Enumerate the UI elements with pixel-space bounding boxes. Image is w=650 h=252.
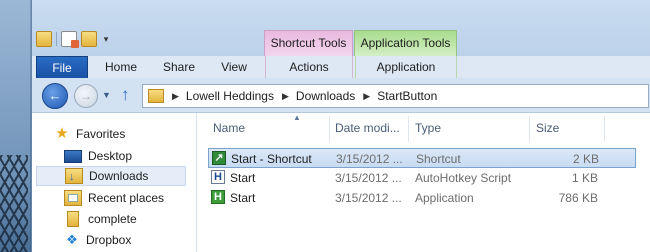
tab-actions[interactable]: Actions <box>265 56 353 78</box>
file-list: ▲ Name Date modi... Type Size ↗ Start - … <box>197 113 650 252</box>
column-divider[interactable] <box>604 116 605 142</box>
file-name: Start - Shortcut <box>231 152 312 166</box>
nav-item-complete[interactable]: complete <box>64 209 137 229</box>
nav-item-desktop[interactable]: Desktop <box>64 146 132 166</box>
nav-item-label: Desktop <box>88 149 133 163</box>
contextual-group-application-tools: Application Tools <box>354 30 457 57</box>
folder-icon[interactable] <box>36 31 52 47</box>
nav-item-label: Recent places <box>88 191 165 205</box>
nav-item-dropbox[interactable]: ❖ Dropbox <box>64 230 131 250</box>
ribbon-tabs: File Home Share View Actions Application <box>32 56 650 79</box>
file-size: 2 KB <box>572 152 599 166</box>
file-type: Application <box>415 191 474 205</box>
column-header-type[interactable]: Type <box>415 113 441 143</box>
nav-favorites[interactable]: ★ Favorites <box>54 124 125 144</box>
breadcrumb-lowell-heddings[interactable]: Lowell Heddings <box>186 89 274 103</box>
title-bar: ▾ Shortcut Tools Application Tools <box>32 0 650 57</box>
tab-file[interactable]: File <box>36 56 88 79</box>
file-date: 3/15/2012 ... <box>335 171 402 185</box>
folder-icon <box>148 89 164 103</box>
tab-share[interactable]: Share <box>149 56 209 78</box>
explorer-window: ▾ Shortcut Tools Application Tools File … <box>31 0 650 252</box>
wallpaper-tower-graphic <box>0 155 28 252</box>
table-row[interactable]: H Start 3/15/2012 ... AutoHotkey Script … <box>208 168 636 188</box>
new-folder-icon[interactable] <box>81 31 97 47</box>
sort-ascending-icon: ▲ <box>293 113 301 122</box>
file-size: 1 KB <box>571 171 598 185</box>
nav-item-downloads[interactable]: Downloads <box>36 166 186 187</box>
downloads-folder-icon <box>65 167 83 187</box>
forward-button[interactable]: → <box>74 84 98 108</box>
folder-icon <box>67 211 79 227</box>
table-row[interactable]: H Start 3/15/2012 ... Application 786 KB <box>208 188 636 208</box>
file-name: Start <box>230 191 256 205</box>
column-header-name[interactable]: Name <box>213 113 245 143</box>
contextual-group-shortcut-tools: Shortcut Tools <box>264 30 353 57</box>
file-type: Shortcut <box>416 152 461 166</box>
up-arrow-icon[interactable]: ↑ <box>121 86 130 104</box>
forward-arrow-icon: → <box>80 89 92 103</box>
toolbar-divider <box>56 32 57 46</box>
quick-access-toolbar: ▾ <box>36 31 111 48</box>
column-divider[interactable] <box>529 116 530 142</box>
breadcrumb-chevron-icon[interactable]: ▶ <box>282 91 289 102</box>
column-header-size[interactable]: Size <box>536 113 559 143</box>
autohotkey-script-icon: H <box>211 170 225 184</box>
nav-item-label: Downloads <box>89 169 149 183</box>
file-type: AutoHotkey Script <box>415 171 512 185</box>
file-name: Start <box>230 171 256 185</box>
star-icon: ★ <box>55 125 69 142</box>
back-arrow-icon: ← <box>48 88 62 103</box>
desktop-icon <box>64 149 82 163</box>
address-bar[interactable]: ▶ Lowell Heddings ▶ Downloads ▶ StartBut… <box>142 84 649 108</box>
navigation-bar: ← → ▼ ↑ ▶ Lowell Heddings ▶ Downloads ▶ … <box>32 78 650 113</box>
file-size: 786 KB <box>558 191 598 205</box>
table-row[interactable]: ↗ Start - Shortcut 3/15/2012 ... Shortcu… <box>208 148 636 168</box>
tab-view[interactable]: View <box>210 56 258 78</box>
nav-item-label: Dropbox <box>86 233 132 247</box>
file-date: 3/15/2012 ... <box>336 152 403 166</box>
properties-icon[interactable] <box>61 31 79 48</box>
recent-locations-chevron-icon[interactable]: ▼ <box>102 90 111 100</box>
column-divider[interactable] <box>408 116 409 142</box>
nav-item-recent-places[interactable]: Recent places <box>64 188 164 208</box>
navigation-pane: ★ Favorites Desktop Downloads Recent pla… <box>32 113 197 252</box>
recent-places-icon <box>64 190 82 206</box>
breadcrumb-downloads[interactable]: Downloads <box>296 89 355 103</box>
column-divider[interactable] <box>329 116 330 142</box>
breadcrumb-chevron-icon[interactable]: ▶ <box>172 91 179 102</box>
customize-toolbar-chevron-icon[interactable]: ▾ <box>101 34 111 45</box>
shortcut-icon: ↗ <box>212 151 226 165</box>
tab-home[interactable]: Home <box>94 56 148 78</box>
tab-application[interactable]: Application <box>355 56 457 78</box>
dropbox-icon: ❖ <box>66 232 78 247</box>
nav-item-label: complete <box>88 212 137 226</box>
file-date: 3/15/2012 ... <box>335 191 402 205</box>
back-button[interactable]: ← <box>42 83 68 109</box>
application-icon: H <box>211 190 225 204</box>
breadcrumb-chevron-icon[interactable]: ▶ <box>363 91 370 102</box>
breadcrumb-startbutton[interactable]: StartButton <box>377 89 437 103</box>
column-header-date-modified[interactable]: Date modi... <box>335 113 400 143</box>
nav-favorites-label: Favorites <box>76 127 126 141</box>
